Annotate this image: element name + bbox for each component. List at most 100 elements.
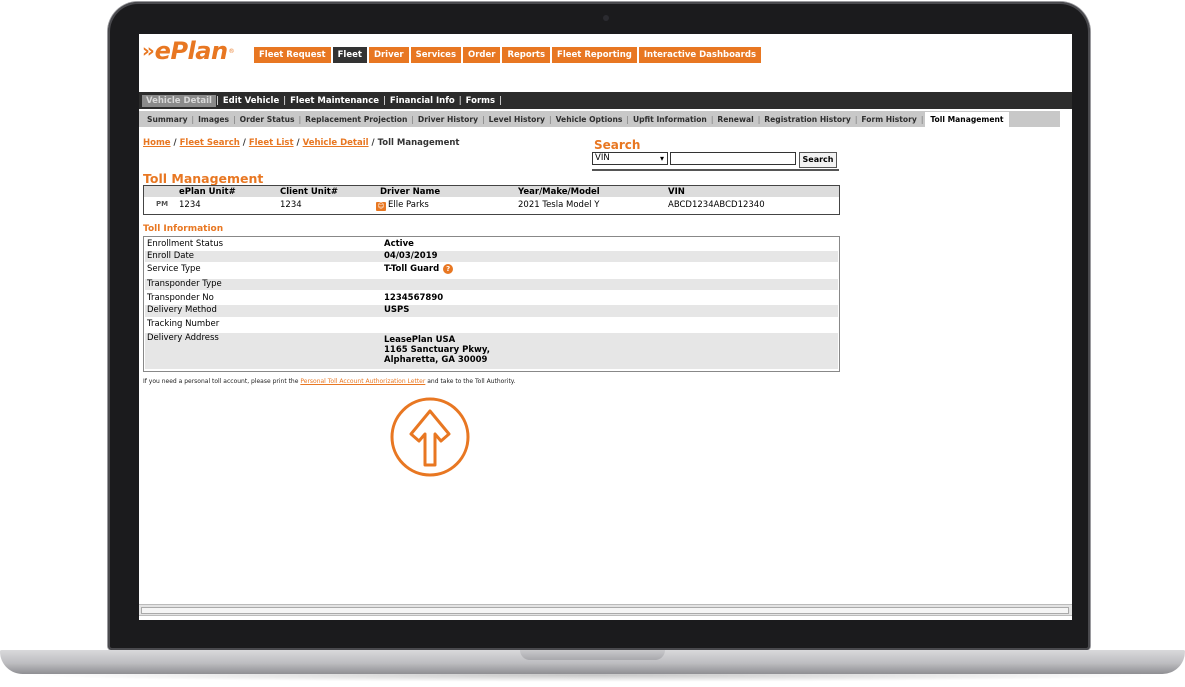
up-arrow-circle-icon — [390, 397, 470, 477]
row-delivery-address: Delivery Address LeasePlan USA 1165 Sanc… — [145, 333, 838, 369]
breadcrumb-current: Toll Management — [377, 138, 460, 148]
col-vin: VIN — [668, 187, 685, 197]
top-nav-fleet-reporting[interactable]: Fleet Reporting — [552, 47, 637, 63]
row-enrollment-status: Enrollment Status Active — [145, 239, 838, 250]
label-transponder-no: Transponder No — [147, 293, 214, 303]
toll-info-table: Enrollment Status Active Enroll Date 04/… — [143, 236, 840, 372]
row-delivery-method: Delivery Method USPS — [145, 305, 838, 317]
search-type-select[interactable]: VIN ▾ — [592, 152, 668, 165]
page-title: Toll Management — [143, 171, 264, 186]
search-type-value: VIN — [595, 153, 610, 163]
search-title: Search — [594, 138, 641, 152]
service-type-text: T-Toll Guard — [384, 264, 440, 274]
value-transponder-no: 1234567890 — [384, 293, 444, 303]
camera-dot — [603, 15, 609, 21]
row-service-type: Service Type T-Toll Guard? — [145, 264, 838, 277]
value-enroll-date: 04/03/2019 — [384, 251, 438, 261]
label-delivery-method: Delivery Method — [147, 305, 217, 315]
note-text-after: and take to the Toll Authority. — [425, 378, 516, 385]
personal-toll-letter-link[interactable]: Personal Toll Account Authorization Lett… — [300, 378, 425, 385]
breadcrumb-sep: / — [293, 138, 303, 148]
cell-client-unit: 1234 — [280, 200, 302, 210]
breadcrumb-home[interactable]: Home — [143, 138, 171, 148]
value-service-type: T-Toll Guard? — [384, 264, 454, 274]
cell-driver-name[interactable]: ☺ Elle Parks — [376, 200, 429, 211]
horizontal-scrollbar[interactable] — [139, 604, 1072, 616]
tab-toll-management[interactable]: Toll Management — [925, 111, 1009, 127]
tab-level-history[interactable]: Level History — [485, 115, 549, 124]
pm-icon[interactable]: PM — [156, 200, 168, 208]
breadcrumb-fleet-search[interactable]: Fleet Search — [180, 138, 240, 148]
tab-form-history[interactable]: Form History — [857, 115, 920, 124]
breadcrumb: Home / Fleet Search / Fleet List / Vehic… — [143, 138, 459, 148]
tab-registration-history[interactable]: Registration History — [760, 115, 855, 124]
tab-driver-history[interactable]: Driver History — [414, 115, 482, 124]
top-nav-reports[interactable]: Reports — [502, 47, 551, 63]
app-screen: ›› ePlan ® Fleet Request Fleet Driver Se… — [139, 34, 1072, 620]
top-nav-driver[interactable]: Driver — [368, 47, 409, 63]
tab-vehicle-options[interactable]: Vehicle Options — [552, 115, 627, 124]
toll-info-title: Toll Information — [143, 224, 224, 234]
driver-name-text: Elle Parks — [388, 200, 429, 210]
cell-year-make-model: 2021 Tesla Model Y — [518, 200, 600, 210]
col-client-unit: Client Unit# — [280, 187, 338, 197]
label-tracking-number: Tracking Number — [147, 319, 220, 329]
label-transponder-type: Transponder Type — [147, 279, 222, 289]
tab-replacement-projection[interactable]: Replacement Projection — [301, 115, 411, 124]
search-button[interactable]: Search — [799, 152, 837, 168]
subnav-vehicle-detail[interactable]: Vehicle Detail — [142, 95, 216, 107]
logo-text: ePlan — [154, 37, 228, 65]
laptop-base-notch — [520, 650, 665, 660]
chevron-down-icon: ▾ — [659, 154, 664, 163]
top-nav-interactive-dashboards[interactable]: Interactive Dashboards — [638, 47, 762, 63]
col-year-make-model: Year/Make/Model — [518, 187, 600, 197]
driver-icon: ☺ — [376, 202, 386, 211]
tab-order-status[interactable]: Order Status — [236, 115, 299, 124]
note-text-before: If you need a personal toll account, ple… — [143, 378, 301, 385]
question-circle-icon[interactable]: ? — [443, 264, 454, 274]
subnav-forms[interactable]: Forms — [462, 96, 499, 106]
tab-summary[interactable]: Summary — [143, 115, 192, 124]
unit-table-header — [144, 186, 839, 197]
top-nav-services[interactable]: Services — [410, 47, 462, 63]
breadcrumb-sep: / — [170, 138, 180, 148]
label-enroll-date: Enroll Date — [147, 251, 195, 261]
label-enrollment-status: Enrollment Status — [147, 239, 224, 249]
breadcrumb-sep: / — [368, 138, 378, 148]
subnav-financial-info[interactable]: Financial Info — [386, 96, 459, 106]
label-delivery-address: Delivery Address — [147, 333, 219, 343]
breadcrumb-vehicle-detail[interactable]: Vehicle Detail — [303, 138, 369, 148]
cell-eplan-unit[interactable]: 1234 — [179, 200, 201, 210]
breadcrumb-sep: / — [239, 138, 249, 148]
address-line-3: Alpharetta, GA 30009 — [384, 355, 488, 365]
col-driver-name: Driver Name — [380, 187, 441, 197]
subnav-fleet-maintenance[interactable]: Fleet Maintenance — [286, 96, 383, 106]
unit-table: ePlan Unit# Client Unit# Driver Name Yea… — [143, 185, 840, 215]
tab-upfit-information[interactable]: Upfit Information — [629, 115, 711, 124]
address-line-2: 1165 Sanctuary Pkwy, — [384, 345, 490, 355]
address-line-1: LeasePlan USA — [384, 335, 456, 345]
logo-chevrons: ›› — [142, 40, 155, 62]
tab-separator: | — [920, 114, 924, 124]
top-nav-order[interactable]: Order — [463, 47, 501, 63]
row-transponder-no: Transponder No 1234567890 — [145, 293, 838, 304]
value-enrollment-status: Active — [384, 239, 414, 249]
breadcrumb-fleet-list[interactable]: Fleet List — [249, 138, 294, 148]
top-nav-fleet-request[interactable]: Fleet Request — [254, 47, 331, 63]
tab-images[interactable]: Images — [194, 115, 233, 124]
sub-nav: Vehicle Detail | Edit Vehicle | Fleet Ma… — [142, 95, 502, 107]
search-input[interactable] — [670, 152, 796, 165]
col-eplan-unit: ePlan Unit# — [179, 187, 236, 197]
row-transponder-type: Transponder Type — [145, 279, 838, 290]
top-nav: Fleet Request Fleet Driver Services Orde… — [254, 47, 762, 63]
value-delivery-method: USPS — [384, 305, 410, 315]
search-divider — [592, 169, 839, 171]
top-nav-fleet[interactable]: Fleet — [332, 47, 367, 63]
detail-tabs: Summary | Images | Order Status | Replaceme… — [139, 111, 1060, 127]
row-enroll-date: Enroll Date 04/03/2019 — [145, 251, 838, 262]
scrollbar-thumb[interactable] — [141, 607, 1069, 614]
subnav-edit-vehicle[interactable]: Edit Vehicle — [219, 96, 283, 106]
tab-renewal[interactable]: Renewal — [713, 115, 757, 124]
eplan-logo[interactable]: ›› ePlan ® — [142, 37, 235, 65]
value-delivery-address: LeasePlan USA 1165 Sanctuary Pkwy, Alpha… — [384, 335, 490, 365]
